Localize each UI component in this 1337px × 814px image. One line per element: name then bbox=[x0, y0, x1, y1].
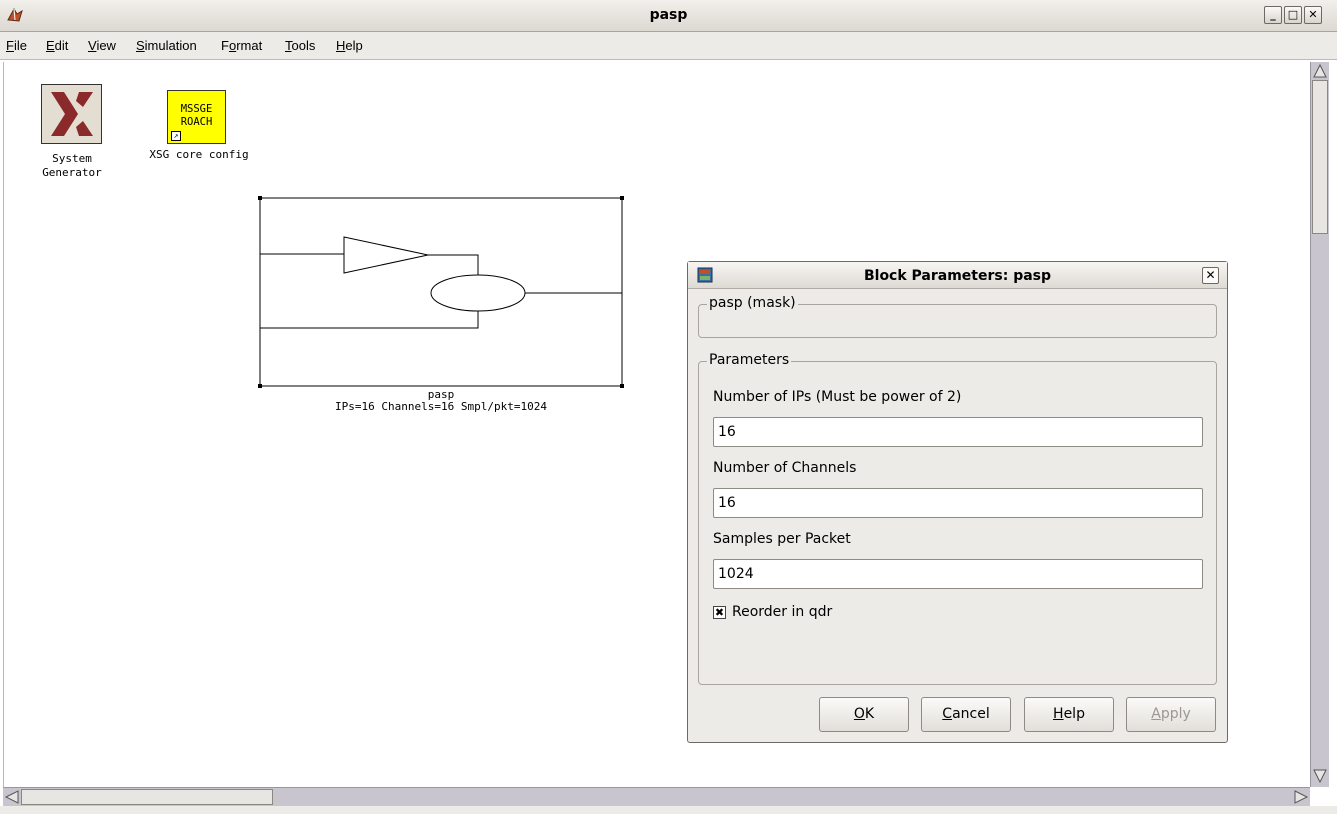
vertical-scroll-thumb[interactable] bbox=[1312, 80, 1328, 234]
samples-per-packet-label: Samples per Packet bbox=[713, 531, 851, 547]
cancel-button[interactable]: Cancel bbox=[921, 697, 1011, 732]
apply-button[interactable]: Apply bbox=[1126, 697, 1216, 732]
samples-per-packet-input[interactable] bbox=[713, 559, 1203, 589]
minimize-icon[interactable]: _ bbox=[1264, 6, 1282, 24]
menu-simulation[interactable]: Simulation bbox=[136, 38, 197, 53]
system-generator-label: System Generator bbox=[42, 152, 102, 179]
mask-group-label: pasp (mask) bbox=[707, 295, 798, 311]
num-ips-label: Number of IPs (Must be power of 2) bbox=[713, 389, 962, 405]
menu-help[interactable]: Help bbox=[336, 38, 363, 53]
window-titlebar[interactable]: pasp _ □ ✕ bbox=[0, 0, 1337, 32]
help-button[interactable]: Help bbox=[1024, 697, 1114, 732]
menu-bar: File Edit View Simulation Format Tools H… bbox=[0, 32, 1337, 60]
xsg-core-config-label: XSG core config bbox=[149, 148, 249, 161]
num-ips-input[interactable] bbox=[713, 417, 1203, 447]
dialog-close-icon[interactable]: ✕ bbox=[1202, 267, 1219, 284]
num-channels-input[interactable] bbox=[713, 488, 1203, 518]
scroll-up-arrow-icon[interactable] bbox=[1311, 62, 1329, 80]
dialog-titlebar[interactable]: Block Parameters: pasp ✕ bbox=[688, 262, 1227, 289]
menu-edit[interactable]: Edit bbox=[46, 38, 68, 53]
close-icon[interactable]: ✕ bbox=[1304, 6, 1322, 24]
window-title: pasp bbox=[649, 7, 688, 23]
scroll-left-arrow-icon[interactable] bbox=[3, 788, 21, 806]
xilinx-logo-icon bbox=[51, 92, 93, 136]
scroll-down-arrow-icon[interactable] bbox=[1311, 767, 1329, 785]
mask-description-group: pasp (mask) bbox=[698, 295, 1217, 338]
xsg-core-config-block[interactable]: MSSGE ROACH ↗ bbox=[167, 90, 226, 144]
parameters-group: Parameters Number of IPs (Must be power … bbox=[698, 352, 1217, 685]
xsg-block-text: MSSGE ROACH bbox=[180, 103, 213, 128]
parameters-group-label: Parameters bbox=[707, 352, 792, 368]
horizontal-scroll-thumb[interactable] bbox=[21, 789, 273, 805]
reorder-in-qdr-label[interactable]: Reorder in qdr bbox=[732, 604, 832, 620]
menu-file[interactable]: File bbox=[6, 38, 27, 53]
ok-button[interactable]: OK bbox=[819, 697, 909, 732]
dialog-title: Block Parameters: pasp bbox=[863, 268, 1052, 284]
reorder-in-qdr-checkbox[interactable]: ✖ bbox=[713, 606, 726, 619]
block-parameters-dialog: Block Parameters: pasp ✕ pasp (mask) Par… bbox=[687, 261, 1228, 743]
maximize-icon[interactable]: □ bbox=[1284, 6, 1302, 24]
pasp-block-label: pasp IPs=16 Channels=16 Smpl/pkt=1024 bbox=[335, 388, 547, 413]
pasp-subsystem-block[interactable] bbox=[256, 194, 626, 388]
status-bar bbox=[0, 806, 1337, 814]
scroll-right-arrow-icon[interactable] bbox=[1292, 788, 1310, 806]
vertical-scrollbar[interactable] bbox=[1310, 62, 1329, 787]
num-channels-label: Number of Channels bbox=[713, 460, 857, 476]
horizontal-scrollbar[interactable] bbox=[3, 787, 1310, 806]
system-generator-block[interactable] bbox=[41, 84, 102, 144]
library-link-arrow-icon: ↗ bbox=[171, 131, 181, 141]
menu-format[interactable]: Format bbox=[221, 38, 262, 53]
menu-view[interactable]: View bbox=[88, 38, 116, 53]
menu-tools[interactable]: Tools bbox=[285, 38, 315, 53]
